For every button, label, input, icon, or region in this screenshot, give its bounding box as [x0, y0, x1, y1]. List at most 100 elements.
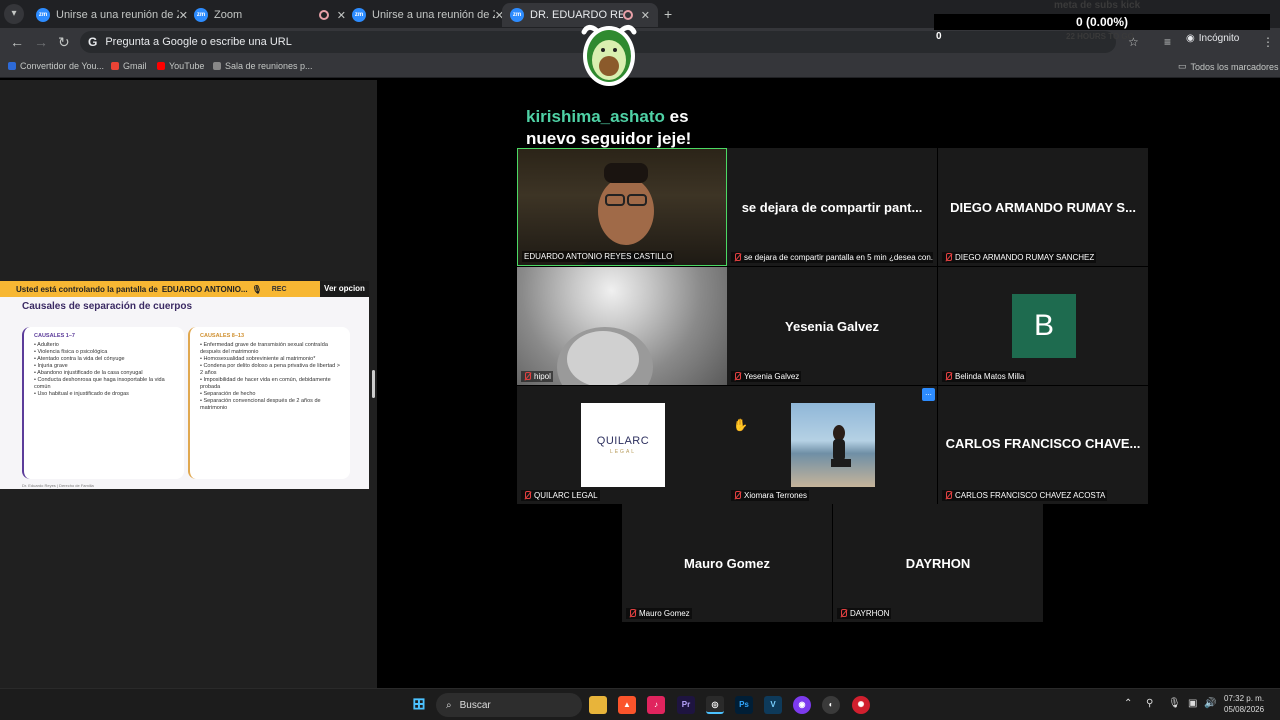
tray-chevron-icon[interactable]: ⌃: [1124, 698, 1132, 709]
premiere-icon[interactable]: Pr: [677, 696, 695, 714]
mic-muted-icon: [944, 253, 952, 262]
file-explorer-icon[interactable]: [589, 696, 607, 714]
banner-name: EDUARDO ANTONIO...: [161, 284, 248, 294]
photoshop-icon[interactable]: Ps: [735, 696, 753, 714]
shared-slide: Causales de separación de cuerpos CAUSAL…: [0, 297, 369, 489]
participant-tile-xiomara[interactable]: Xiomara Terrones: [727, 386, 937, 504]
list-item: • Uso habitual e injustificado de drogas: [34, 391, 129, 397]
bookmark-label: Sala de reuniones p...: [225, 61, 313, 71]
participant-label: DAYRHON: [837, 608, 892, 619]
zoom-favicon-icon: zm: [36, 8, 50, 22]
system-clock[interactable]: 07:32 p. m. 05/08/2026: [1224, 693, 1264, 715]
app-circle-icon[interactable]: ◉: [793, 696, 811, 714]
participant-label: Mauro Gomez: [626, 608, 692, 619]
video-feed: [581, 163, 674, 265]
close-tab-icon[interactable]: ✕: [641, 9, 650, 22]
back-icon[interactable]: ←: [10, 34, 24, 50]
card-list: • Adulterio • Violencia física o psicoló…: [34, 342, 178, 398]
participant-tile-quilarc[interactable]: QUILARC LEGAL QUILARC LEGAL: [517, 386, 727, 504]
participant-tile-yesenia[interactable]: Yesenia Galvez Yesenia Galvez: [727, 267, 937, 385]
list-item: • Atentado contra la vida del cónyuge: [34, 356, 125, 362]
participant-label: hipol: [521, 371, 553, 382]
obs-icon[interactable]: ◐: [822, 696, 840, 714]
volume-icon[interactable]: 🔊: [1204, 698, 1216, 709]
bookmark-sala[interactable]: Sala de reuniones p...: [213, 61, 313, 71]
tab-title: Zoom: [214, 9, 243, 21]
taskbar-search[interactable]: ⌕ Buscar: [436, 693, 582, 717]
bookmark-label: Gmail: [123, 61, 147, 71]
participant-name: Mauro Gomez: [639, 609, 690, 618]
participant-tile-dayrhon[interactable]: DAYRHON DAYRHON: [833, 504, 1043, 622]
windows-start-icon[interactable]: ⊞: [410, 696, 428, 714]
rec-badge: REC: [271, 285, 287, 293]
bookmark-label: Convertidor de You...: [20, 61, 105, 71]
windows-taskbar: ⊞ ⌕ Buscar ▲ ♪ Pr ◎ Ps V ◉ ◐ ✺ ⌃ ⚲ 🎙 ▣ 🔊…: [0, 688, 1280, 720]
bookmark-convertidor[interactable]: Convertidor de You...: [8, 61, 104, 71]
participant-tile-eduardo[interactable]: EDUARDO ANTONIO REYES CASTILLO: [517, 148, 727, 266]
list-item: • Separación convencional después de 2 a…: [200, 398, 321, 411]
participant-name: se dejara de compartir pantalla en 5 min…: [744, 253, 933, 262]
goal-min: 0: [936, 31, 942, 42]
gmail-icon: [111, 62, 119, 70]
participant-name: Xiomara Terrones: [744, 491, 807, 500]
list-item: • Conducta deshonrosa que haga insoporta…: [34, 377, 165, 390]
banner-text: Usted está controlando la pantalla de: [16, 284, 158, 294]
mic-muted-icon: [523, 372, 531, 381]
app-red-icon[interactable]: ✺: [852, 696, 870, 714]
tab-zoom[interactable]: zm Zoom ✕: [186, 3, 354, 27]
zoom-favicon-icon: zm: [194, 8, 208, 22]
participant-tile-diego[interactable]: DIEGO ARMANDO RUMAY S... DIEGO ARMANDO R…: [938, 148, 1148, 266]
reload-icon[interactable]: ↻: [58, 34, 70, 51]
more-options-button[interactable]: ...: [922, 388, 935, 401]
tab-search-icon[interactable]: ▾: [4, 4, 24, 24]
vegas-icon[interactable]: V: [764, 696, 782, 714]
participant-tile-share-notice[interactable]: se dejara de compartir pant... se dejara…: [727, 148, 937, 266]
participant-label: CARLOS FRANCISCO CHAVEZ ACOSTA: [942, 490, 1108, 501]
slide-footer: Dr. Eduardo Reyes | Derecho de Familia: [22, 483, 94, 488]
chrome-icon[interactable]: ◎: [706, 696, 724, 714]
clock-time: 07:32 p. m.: [1224, 694, 1265, 703]
bookmark-youtube[interactable]: YouTube: [157, 61, 204, 71]
tab-zoom-join-2[interactable]: zm Unirse a una reunión de Zoom ✕: [344, 3, 512, 27]
participant-name: DAYRHON: [850, 609, 890, 618]
zoom-favicon-icon: zm: [510, 8, 524, 22]
network-off-icon[interactable]: ⚲: [1146, 698, 1153, 709]
participant-label: se dejara de compartir pantalla en 5 min…: [731, 252, 933, 263]
list-item: • Separación de hecho: [200, 391, 256, 397]
causales-card-1: CAUSALES 1–7 • Adulterio • Violencia fís…: [22, 327, 184, 479]
all-bookmarks[interactable]: ▭ Todos los marcadores: [1178, 61, 1279, 72]
view-options-button[interactable]: Ver opcion: [320, 281, 369, 297]
new-tab-icon[interactable]: +: [664, 6, 672, 22]
split-handle[interactable]: [372, 370, 375, 398]
tiktok-icon[interactable]: ♪: [647, 696, 665, 714]
tab-title: Unirse a una reunión de Zoom: [372, 9, 495, 21]
display-icon[interactable]: ▣: [1188, 698, 1197, 709]
slide-title: Causales de separación de cuerpos: [22, 301, 193, 312]
participant-label: Belinda Matos Milla: [942, 371, 1027, 382]
participant-tile-mauro[interactable]: Mauro Gomez Mauro Gomez: [622, 504, 832, 622]
mic-icon: 🎙: [251, 284, 262, 294]
tab-zoom-join-1[interactable]: zm Unirse a una reunión de Zoom ✕: [28, 3, 196, 27]
mic-muted-icon: [628, 609, 636, 618]
participant-display-name: se dejara de compartir pant...: [741, 200, 923, 215]
participant-tile-belinda[interactable]: B Belinda Matos Milla: [938, 267, 1148, 385]
participant-label: Yesenia Galvez: [731, 371, 802, 382]
participant-tile-hipol[interactable]: hipol: [517, 267, 727, 385]
participant-name: EDUARDO ANTONIO REYES CASTILLO: [524, 252, 673, 261]
card-heading: CAUSALES 1–7: [34, 333, 75, 339]
participant-display-name: DIEGO ARMANDO RUMAY S...: [950, 200, 1136, 215]
participant-label: QUILARC LEGAL: [521, 490, 600, 501]
follower-message: es: [669, 107, 689, 126]
list-item: • Violencia física o psicológica: [34, 349, 108, 355]
mic-muted-icon: [733, 253, 741, 262]
mic-muted-icon: [944, 491, 952, 500]
bookmark-gmail[interactable]: Gmail: [111, 61, 147, 71]
screen-share-panel: Usted está controlando la pantalla de ED…: [0, 281, 369, 489]
google-icon: G: [88, 35, 98, 49]
participant-tile-carlos[interactable]: CARLOS FRANCISCO CHAVE... CARLOS FRANCIS…: [938, 386, 1148, 504]
mic-icon[interactable]: 🎙: [1168, 698, 1181, 709]
brave-icon[interactable]: ▲: [618, 696, 636, 714]
list-item: • Condena por delito doloso a pena priva…: [200, 363, 340, 376]
forward-icon[interactable]: →: [34, 34, 48, 50]
tab-title: Unirse a una reunión de Zoom: [56, 9, 179, 21]
